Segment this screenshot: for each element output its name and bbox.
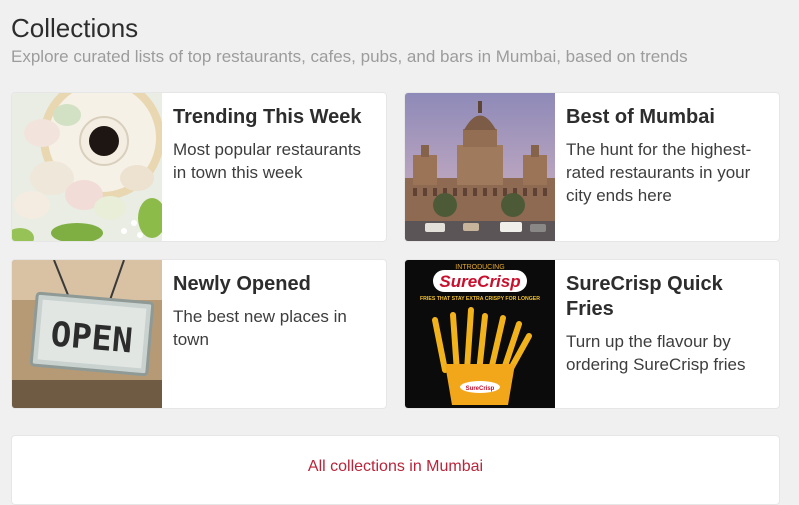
page-subtitle: Explore curated lists of top restaurants…: [11, 47, 688, 66]
surecrisp-tagline-text: FRIES THAT STAY EXTRA CRISPY FOR LONGER: [420, 296, 540, 302]
surecrisp-intro-text: INTRODUCING: [455, 264, 504, 271]
macarons-coffee-image: [12, 93, 162, 241]
collection-card-best-of-mumbai[interactable]: Best of Mumbai The hunt for the highest-…: [404, 92, 780, 242]
open-sign-image: OPEN: [12, 260, 162, 408]
page-title: Collections: [11, 13, 139, 43]
collection-card-trending[interactable]: Trending This Week Most popular restaura…: [11, 92, 387, 242]
collection-description: The best new places in town: [173, 307, 347, 349]
all-collections-label: All collections in Mumbai: [307, 458, 484, 475]
collection-description: The hunt for the highest-rated restauran…: [566, 140, 752, 205]
collection-card-surecrisp-fries[interactable]: INTRODUCING SureCrisp FRIES THAT STAY EX…: [404, 259, 780, 409]
collection-description: Most popular restaurants in town this we…: [173, 140, 362, 182]
collection-title: Trending This Week: [173, 106, 362, 128]
all-collections-link[interactable]: All collections in Mumbai: [11, 435, 780, 505]
mumbai-landmark-image: [405, 93, 555, 241]
surecrisp-fries-image: INTRODUCING SureCrisp FRIES THAT STAY EX…: [405, 260, 555, 408]
collection-title: Newly Opened: [173, 273, 311, 295]
fries-box-label: SureCrisp: [466, 386, 495, 392]
collection-title: Best of Mumbai: [566, 106, 715, 128]
open-sign-text: OPEN: [49, 314, 134, 361]
collections-header: Collections Explore curated lists of top…: [11, 12, 688, 68]
surecrisp-logo-text: SureCrisp: [439, 272, 520, 291]
collection-description: Turn up the flavour by ordering SureCris…: [566, 332, 746, 374]
collection-title: SureCrisp Quick Fries: [566, 273, 723, 320]
collection-card-newly-opened[interactable]: OPEN Newly Opened The best new places in…: [11, 259, 387, 409]
